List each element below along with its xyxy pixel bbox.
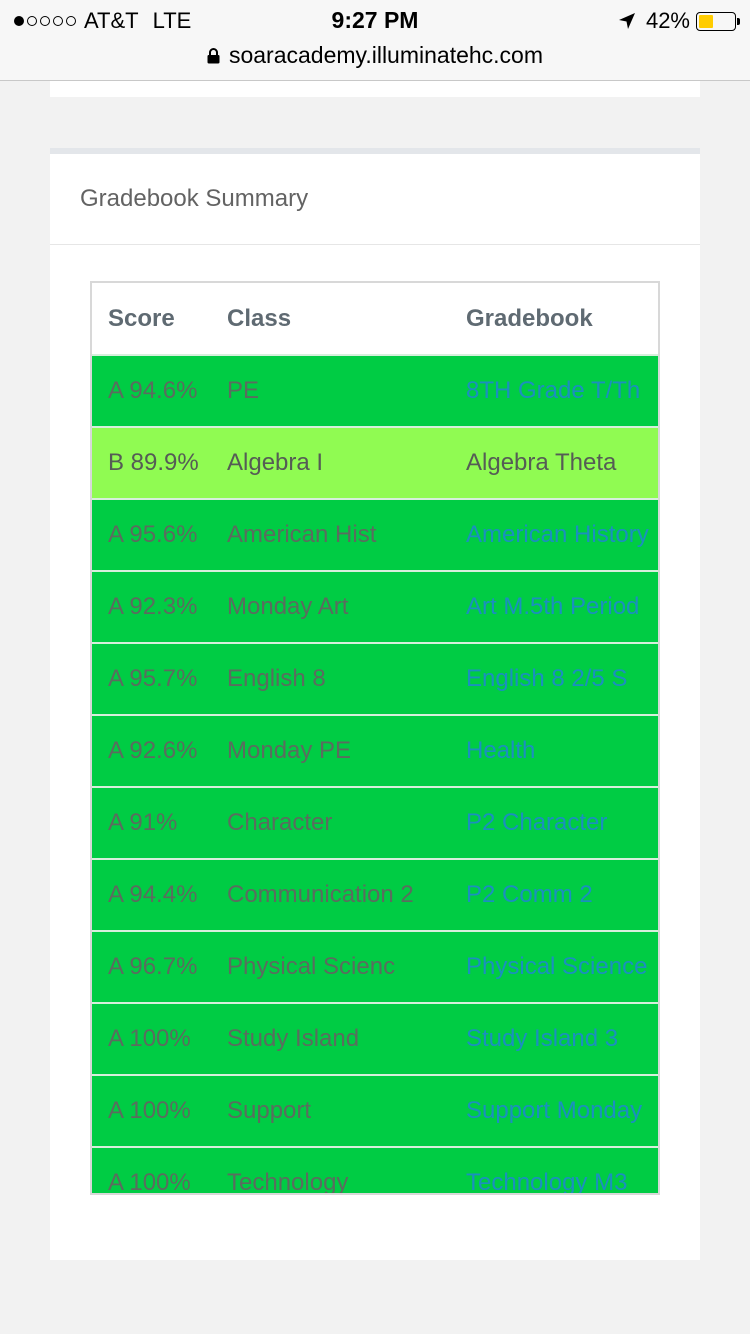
class-cell: PE bbox=[227, 354, 466, 427]
column-header-class[interactable]: Class bbox=[227, 283, 466, 356]
score-cell: B 89.9% bbox=[92, 426, 227, 499]
table-row: A 100% Study Island Study Island 3 bbox=[92, 1002, 658, 1075]
score-cell: A 95.7% bbox=[92, 642, 227, 715]
score-cell: A 94.4% bbox=[92, 858, 227, 931]
gradebook-link[interactable]: P2 Character bbox=[466, 786, 658, 859]
score-cell: A 92.3% bbox=[92, 570, 227, 643]
card-title: Gradebook Summary bbox=[50, 154, 700, 245]
class-cell: Support bbox=[227, 1074, 466, 1147]
carrier-name: AT&T bbox=[84, 8, 139, 33]
table-row: A 100% Support Support Monday bbox=[92, 1074, 658, 1147]
network-type: LTE bbox=[152, 8, 192, 33]
class-cell: American Hist bbox=[227, 498, 466, 571]
score-cell: A 92.6% bbox=[92, 714, 227, 787]
signal-strength-icon bbox=[14, 16, 76, 26]
gradebook-link[interactable]: Health bbox=[466, 714, 658, 787]
class-cell: Algebra I bbox=[227, 426, 466, 499]
gradebook-link[interactable]: English 8 2/5 S bbox=[466, 642, 658, 715]
battery-percentage: 42% bbox=[645, 8, 690, 33]
class-cell: Monday Art bbox=[227, 570, 466, 643]
score-cell: A 96.7% bbox=[92, 930, 227, 1003]
table-header-row: Score Class Gradebook bbox=[92, 283, 658, 356]
table-row: A 92.6% Monday PE Health bbox=[92, 714, 658, 787]
gradebook-link[interactable]: American History bbox=[466, 498, 658, 571]
score-cell: A 94.6% bbox=[92, 354, 227, 427]
class-cell: Monday PE bbox=[227, 714, 466, 787]
column-header-gradebook[interactable]: Gradebook bbox=[466, 283, 658, 356]
table-row: A 95.6% American Hist American History bbox=[92, 498, 658, 571]
class-cell: Character bbox=[227, 786, 466, 859]
gradebook-table-container[interactable]: Score Class Gradebook A 94.6% PE 8TH Grade… bbox=[90, 281, 660, 1195]
class-cell: Physical Scienc bbox=[227, 930, 466, 1003]
table-row: A 94.4% Communication 2 P2 Comm 2 bbox=[92, 858, 658, 931]
table-row: A 95.7% English 8 English 8 2/5 S bbox=[92, 642, 658, 715]
table-row: A 91% Character P2 Character bbox=[92, 786, 658, 859]
previous-card-bottom bbox=[50, 81, 700, 97]
gradebook-table: Score Class Gradebook A 94.6% PE 8TH Grade… bbox=[92, 283, 658, 1193]
carrier-group: AT&T LTE bbox=[14, 8, 191, 34]
address-bar[interactable]: soaracademy.illuminatehc.com bbox=[0, 42, 750, 69]
class-cell: Study Island bbox=[227, 1002, 466, 1075]
gradebook-link[interactable]: Algebra Theta bbox=[466, 426, 658, 499]
class-cell: English 8 bbox=[227, 642, 466, 715]
score-cell: A 100% bbox=[92, 1074, 227, 1147]
gradebook-link[interactable]: Support Monday bbox=[466, 1074, 658, 1147]
score-cell: A 91% bbox=[92, 786, 227, 859]
gradebook-link[interactable]: Art M.5th Period bbox=[466, 570, 658, 643]
gradebook-link[interactable]: Physical Science bbox=[466, 930, 658, 1003]
score-cell: A 100% bbox=[92, 1002, 227, 1075]
lock-icon bbox=[207, 47, 220, 63]
score-cell: A 95.6% bbox=[92, 498, 227, 571]
table-row: A 96.7% Physical Scienc Physical Science bbox=[92, 930, 658, 1003]
gradebook-link[interactable]: 8TH Grade T/Th bbox=[466, 354, 658, 427]
status-right-group: 42% bbox=[618, 8, 740, 34]
gradebook-summary-card: Gradebook Summary Score Class Gradebook … bbox=[50, 148, 700, 1260]
column-header-score[interactable]: Score bbox=[92, 283, 227, 356]
table-row: A 92.3% Monday Art Art M.5th Period bbox=[92, 570, 658, 643]
class-cell: Technology bbox=[227, 1146, 466, 1193]
gradebook-link[interactable]: Study Island 3 bbox=[466, 1002, 658, 1075]
table-row: B 89.9% Algebra I Algebra Theta bbox=[92, 426, 658, 499]
gradebook-link[interactable]: P2 Comm 2 bbox=[466, 858, 658, 931]
table-row: A 94.6% PE 8TH Grade T/Th bbox=[92, 354, 658, 427]
class-cell: Communication 2 bbox=[227, 858, 466, 931]
status-bar: AT&T LTE 9:27 PM 42% soaracademy.illumin… bbox=[0, 0, 750, 81]
battery-fill bbox=[699, 14, 714, 28]
score-cell: A 100% bbox=[92, 1146, 227, 1193]
table-row: A 100% Technology Technology M3 bbox=[92, 1146, 658, 1193]
battery-icon bbox=[696, 11, 740, 31]
location-arrow-icon bbox=[618, 13, 635, 29]
gradebook-link[interactable]: Technology M3 bbox=[466, 1146, 658, 1193]
url-text: soaracademy.illuminatehc.com bbox=[228, 42, 544, 68]
